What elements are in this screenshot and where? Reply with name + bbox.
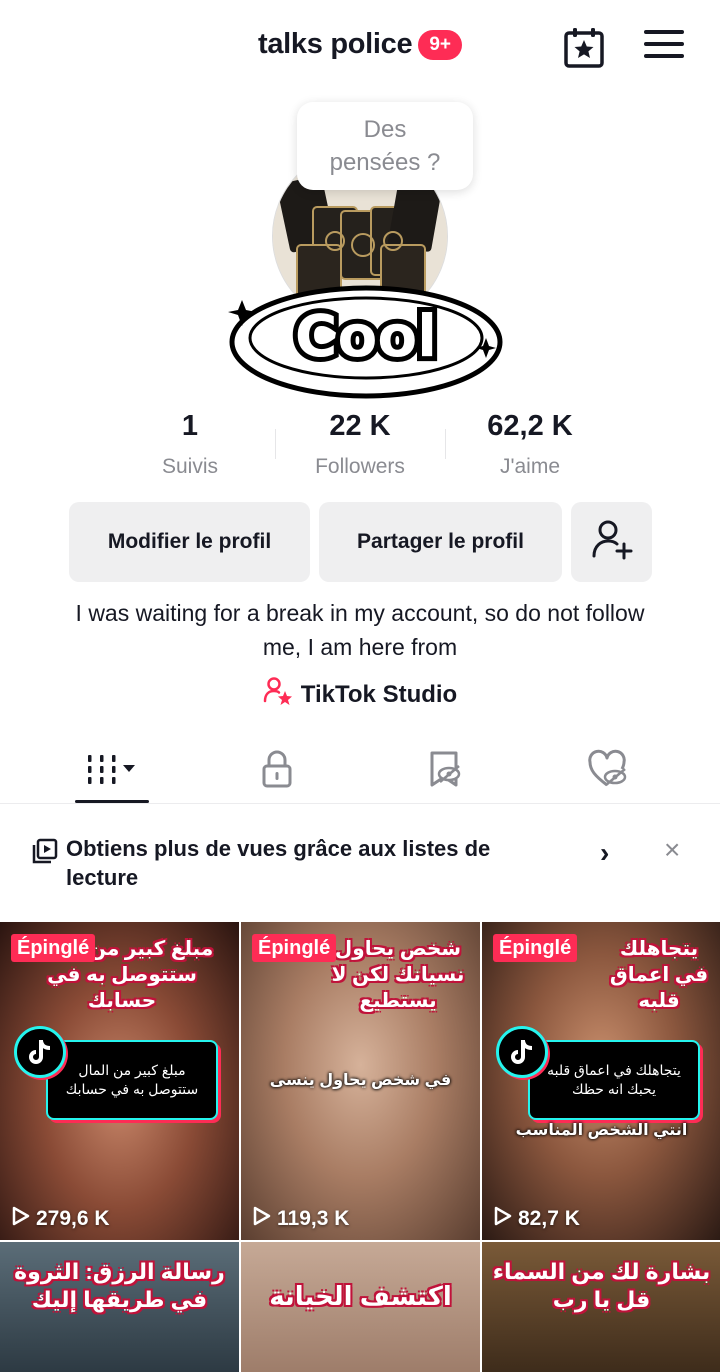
tab-private[interactable] (239, 746, 315, 796)
view-count: 82,7 K (494, 1206, 580, 1232)
pinned-badge: Épinglé (252, 934, 337, 962)
notification-badge[interactable]: 9+ (418, 29, 463, 60)
calendar-star-icon[interactable] (562, 26, 606, 70)
view-count-value: 119,3 K (277, 1207, 350, 1230)
pinned-badge: Épinglé (11, 934, 96, 962)
playlist-promo-banner[interactable]: Obtiens plus de vues grâce aux listes de… (0, 820, 720, 910)
tiktok-logo-icon (496, 1026, 548, 1078)
chevron-right-icon[interactable]: › (600, 837, 609, 869)
hamburger-menu-icon[interactable] (644, 30, 684, 66)
active-tab-indicator (75, 800, 149, 803)
studio-label: TikTok Studio (300, 680, 458, 708)
repost-hidden-icon (424, 749, 464, 794)
close-icon[interactable]: × (664, 834, 680, 866)
view-count-value: 82,7 K (518, 1207, 580, 1230)
stat-following[interactable]: 1 Suivis (105, 405, 275, 485)
username[interactable]: talks police (258, 28, 413, 61)
svg-text:Cool: Cool (295, 302, 437, 370)
account-switcher[interactable]: talks police 9+ (0, 28, 720, 61)
tab-reposts[interactable] (406, 746, 482, 796)
video-caption: في شخص يحاول ينسى (269, 1072, 452, 1089)
view-count-value: 279,6 K (36, 1207, 110, 1230)
video-headline: يتجاهلك في اعماق قلبه (609, 938, 709, 1012)
grid-videos-icon (84, 749, 140, 794)
tab-liked[interactable] (570, 746, 646, 796)
video-tile[interactable]: اكتشف الخيانة (241, 1242, 480, 1372)
stat-value: 22 K (329, 410, 391, 442)
profile-stats: 1 Suivis 22 K Followers 62,2 K J'aime (105, 405, 615, 485)
profile-header: talks police 9+ (0, 0, 720, 96)
cool-logo: Cool (228, 282, 504, 400)
video-headline: رسالة الرزق: الثروة في طريقها إليك (14, 1259, 225, 1312)
view-count: 119,3 K (253, 1206, 349, 1232)
view-count: 279,6 K (12, 1206, 110, 1232)
pinned-badge: Épinglé (493, 934, 578, 962)
video-tile[interactable]: شخص يحاول نسيانك لكن لا يستطيع Épinglé ف… (241, 922, 480, 1240)
playlist-icon (32, 838, 58, 869)
video-tile[interactable]: رسالة الرزق: الثروة في طريقها إليك (0, 1242, 239, 1372)
add-user-icon (591, 518, 633, 566)
video-caption: انتي الشخص المناسب (515, 1122, 688, 1139)
heart-hidden-icon (587, 749, 629, 794)
stat-value: 62,2 K (487, 410, 573, 442)
stat-label: J'aime (499, 455, 561, 478)
stat-label: Suivis (161, 455, 219, 478)
profile-tabs (0, 738, 720, 804)
profile-bio: I was waiting for a break in my account,… (75, 600, 645, 660)
profile-actions: Modifier le profil Partager le profil (69, 502, 652, 582)
lock-icon (259, 749, 295, 794)
video-headline: شخص يحاول نسيانك لكن لا يستطيع (331, 938, 465, 1012)
thought-bubble[interactable]: Des pensées ? (297, 102, 473, 190)
edit-profile-button[interactable]: Modifier le profil (69, 502, 310, 582)
video-tile[interactable]: مبلغ كبير من المال ستتوصل به في حسابك Ép… (0, 922, 239, 1240)
video-tile[interactable]: بشارة لك من السماء قل يا رب (482, 1242, 720, 1372)
stat-label: Followers (315, 455, 405, 478)
video-tile[interactable]: يتجاهلك في اعماق قلبه Épinglé يتجاهلك في… (482, 922, 720, 1240)
add-user-button[interactable] (571, 502, 652, 582)
tiktok-logo-icon (14, 1026, 66, 1078)
share-profile-button[interactable]: Partager le profil (319, 502, 562, 582)
play-icon (12, 1206, 30, 1232)
stat-value: 1 (181, 410, 199, 442)
video-headline: اكتشف الخيانة (269, 1281, 452, 1311)
tab-videos[interactable] (74, 746, 150, 796)
studio-person-star-icon (263, 676, 293, 713)
video-text-card: مبلغ كبير من المال ستتوصل به في حسابك (46, 1040, 218, 1120)
tiktok-studio-link[interactable]: TikTok Studio (0, 676, 720, 713)
play-icon (253, 1206, 271, 1232)
video-headline: بشارة لك من السماء قل يا رب (492, 1259, 711, 1312)
play-icon (494, 1206, 512, 1232)
video-text-card: يتجاهلك في اعماق قلبه يحبك انه حظك (528, 1040, 700, 1120)
stat-likes[interactable]: 62,2 K J'aime (445, 405, 615, 485)
stat-followers[interactable]: 22 K Followers (275, 405, 445, 485)
banner-text: Obtiens plus de vues grâce aux listes de… (66, 836, 491, 890)
